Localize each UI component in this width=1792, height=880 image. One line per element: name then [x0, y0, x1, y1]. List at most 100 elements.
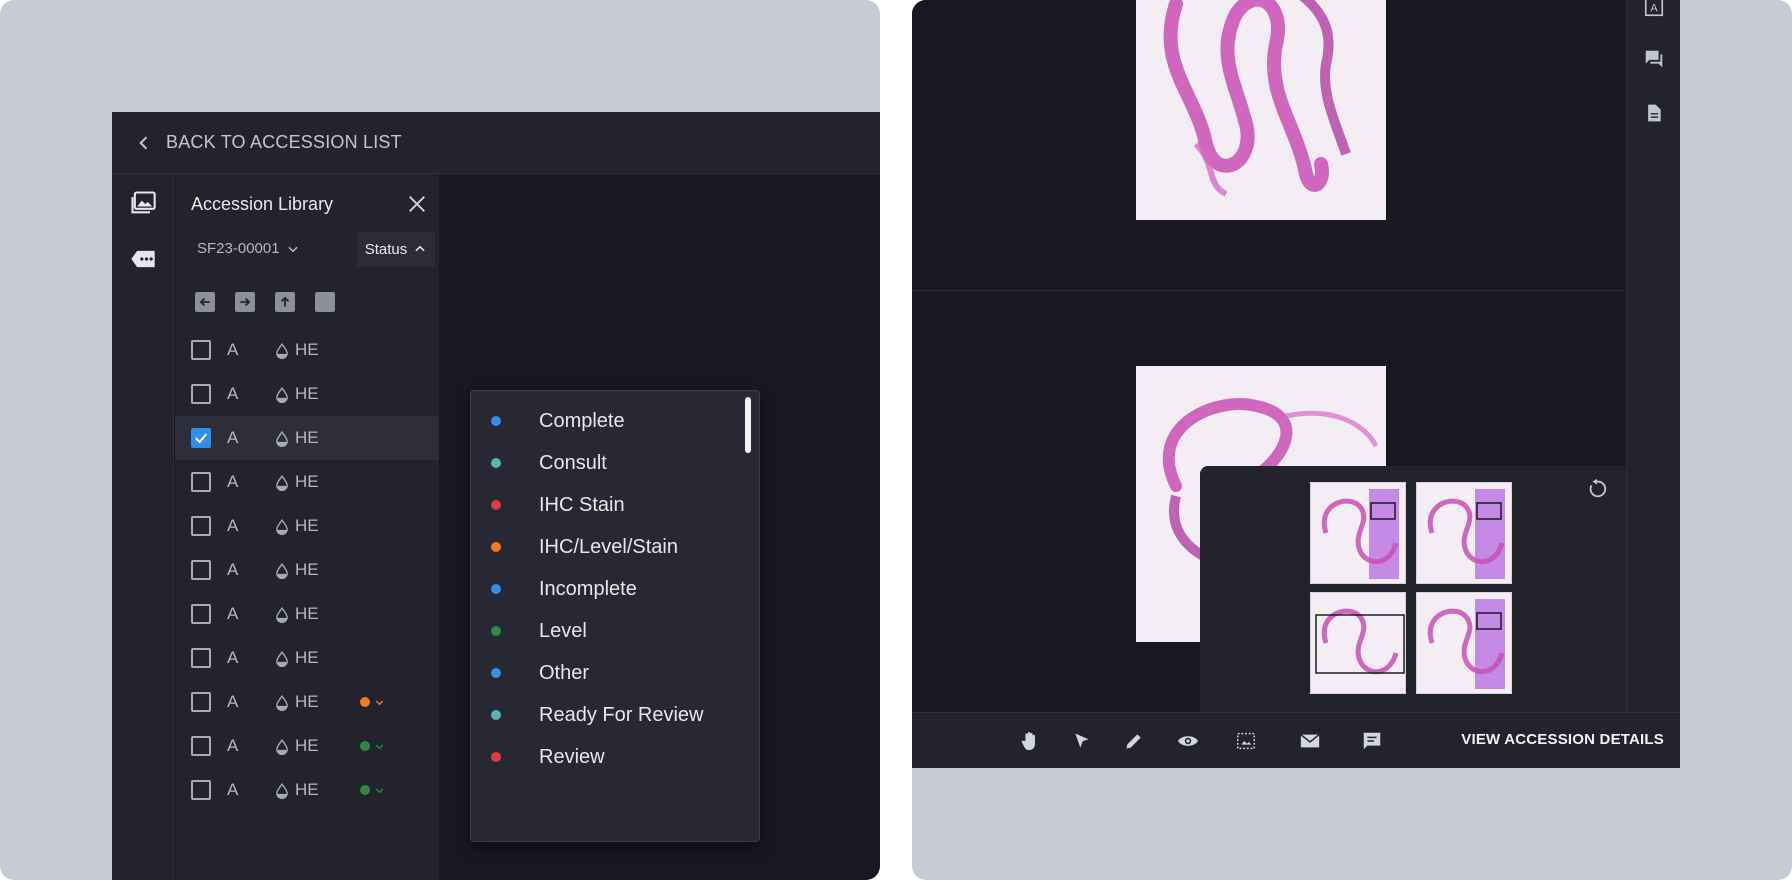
status-option-label: Complete: [539, 409, 625, 432]
overview-thumbnail[interactable]: [1416, 482, 1512, 584]
arrow-right-icon[interactable]: [235, 292, 255, 312]
slide-row[interactable]: A HE: [175, 636, 439, 680]
slide-row[interactable]: A HE: [175, 768, 439, 812]
mail-icon[interactable]: [1296, 727, 1324, 755]
row-checkbox[interactable]: [191, 736, 211, 756]
row-checkbox[interactable]: [191, 604, 211, 624]
status-option[interactable]: IHC Stain: [471, 481, 751, 529]
stain-drop-icon: [275, 694, 289, 716]
row-stain: HE: [295, 384, 319, 403]
hand-icon[interactable]: [1016, 727, 1044, 755]
stain-drop-icon: [275, 782, 289, 804]
slide-row[interactable]: A HE: [175, 460, 439, 504]
row-stain: HE: [295, 692, 319, 711]
row-checkbox[interactable]: [191, 428, 211, 448]
status-option-label: Review: [539, 745, 605, 768]
row-status-select[interactable]: [360, 697, 385, 708]
status-option[interactable]: Incomplete: [471, 565, 751, 613]
chevron-left-icon: [139, 135, 148, 150]
arrow-up-icon[interactable]: [275, 292, 295, 312]
status-option-label: IHC/Level/Stain: [539, 535, 678, 558]
library-toolbar: [195, 292, 335, 312]
dropdown-scrollbar[interactable]: [745, 397, 751, 453]
row-status-select[interactable]: [360, 741, 385, 752]
comment-icon[interactable]: [1358, 727, 1386, 755]
status-color-dot: [491, 668, 501, 678]
stain-drop-icon: [275, 518, 289, 540]
status-option[interactable]: Other: [471, 649, 751, 697]
slide-row[interactable]: A HE: [175, 372, 439, 416]
status-option[interactable]: Review: [471, 733, 751, 781]
check-icon: [194, 433, 208, 444]
row-block: A: [227, 692, 239, 711]
overview-thumbnail[interactable]: [1310, 482, 1406, 584]
row-block: A: [227, 604, 239, 623]
row-checkbox[interactable]: [191, 780, 211, 800]
status-option-label: Ready For Review: [539, 703, 704, 726]
row-block: A: [227, 384, 239, 403]
slide-row[interactable]: A HE: [175, 592, 439, 636]
row-status-select[interactable]: [360, 785, 385, 796]
viewer-toolbar: VIEW ACCESSION DETAILS: [912, 712, 1680, 768]
view-accession-details-button[interactable]: VIEW ACCESSION DETAILS: [1461, 731, 1664, 748]
slide-row[interactable]: A HE: [175, 548, 439, 592]
image-library-icon[interactable]: [128, 188, 158, 218]
slide-image[interactable]: [1136, 0, 1386, 220]
overview-thumbnail[interactable]: [1310, 592, 1406, 694]
eye-icon[interactable]: [1174, 727, 1202, 755]
row-stain: HE: [295, 736, 319, 755]
library-title: Accession Library: [191, 194, 334, 214]
status-option[interactable]: Consult: [471, 439, 751, 487]
status-option[interactable]: Level: [471, 607, 751, 655]
chevron-down-icon: [375, 700, 384, 705]
row-checkbox[interactable]: [191, 472, 211, 492]
chevron-down-icon: [375, 788, 384, 793]
row-stain: HE: [295, 472, 319, 491]
slide-row[interactable]: A HE: [175, 504, 439, 548]
arrow-down-icon[interactable]: [315, 292, 335, 312]
label-tag-icon[interactable]: [128, 244, 158, 274]
stain-drop-icon: [275, 430, 289, 452]
status-option-label: Consult: [539, 451, 607, 474]
row-checkbox[interactable]: [191, 516, 211, 536]
status-filter-button[interactable]: Status: [357, 232, 435, 266]
back-to-list-bar[interactable]: BACK TO ACCESSION LIST: [112, 112, 880, 174]
row-checkbox[interactable]: [191, 384, 211, 404]
status-option-label: Other: [539, 661, 590, 684]
text-box-icon[interactable]: A: [1641, 0, 1667, 20]
arrow-left-icon[interactable]: [195, 292, 215, 312]
status-option[interactable]: IHC/Level/Stain: [471, 523, 751, 571]
slide-row[interactable]: A HE: [175, 680, 439, 724]
stain-drop-icon: [275, 606, 289, 628]
status-option-label: Incomplete: [539, 577, 637, 600]
region-select-icon[interactable]: [1232, 727, 1260, 755]
slide-viewer-app: A VIEW ACCESSION DETAILS: [912, 0, 1680, 768]
viewer-pane-top[interactable]: [912, 0, 1626, 291]
pointer-icon[interactable]: [1068, 727, 1096, 755]
status-option-label: Level: [539, 619, 587, 642]
chat-icon[interactable]: [1641, 46, 1667, 72]
row-stain: HE: [295, 428, 319, 447]
accession-select-value: SF23-00001: [197, 240, 280, 257]
close-icon[interactable]: [403, 190, 431, 218]
slide-row[interactable]: A HE: [175, 724, 439, 768]
pencil-icon[interactable]: [1120, 727, 1148, 755]
accession-select[interactable]: SF23-00001: [197, 240, 300, 257]
reset-rotate-icon[interactable]: [1584, 476, 1610, 502]
overview-thumbnail[interactable]: [1416, 592, 1512, 694]
status-color-dot: [491, 710, 501, 720]
status-option[interactable]: Complete: [471, 397, 751, 445]
row-block: A: [227, 736, 239, 755]
row-checkbox[interactable]: [191, 648, 211, 668]
slide-row[interactable]: A HE: [175, 416, 439, 460]
slide-row[interactable]: A HE: [175, 328, 439, 372]
accession-library-panel: Accession Library SF23-00001 Status A HE A…: [175, 174, 439, 880]
status-option[interactable]: Ready For Review: [471, 691, 751, 739]
row-stain: HE: [295, 340, 319, 359]
status-dot: [360, 785, 370, 795]
row-checkbox[interactable]: [191, 340, 211, 360]
row-checkbox[interactable]: [191, 560, 211, 580]
document-icon[interactable]: [1641, 100, 1667, 126]
back-to-accession-list-link[interactable]: BACK TO ACCESSION LIST: [166, 132, 402, 153]
row-checkbox[interactable]: [191, 692, 211, 712]
